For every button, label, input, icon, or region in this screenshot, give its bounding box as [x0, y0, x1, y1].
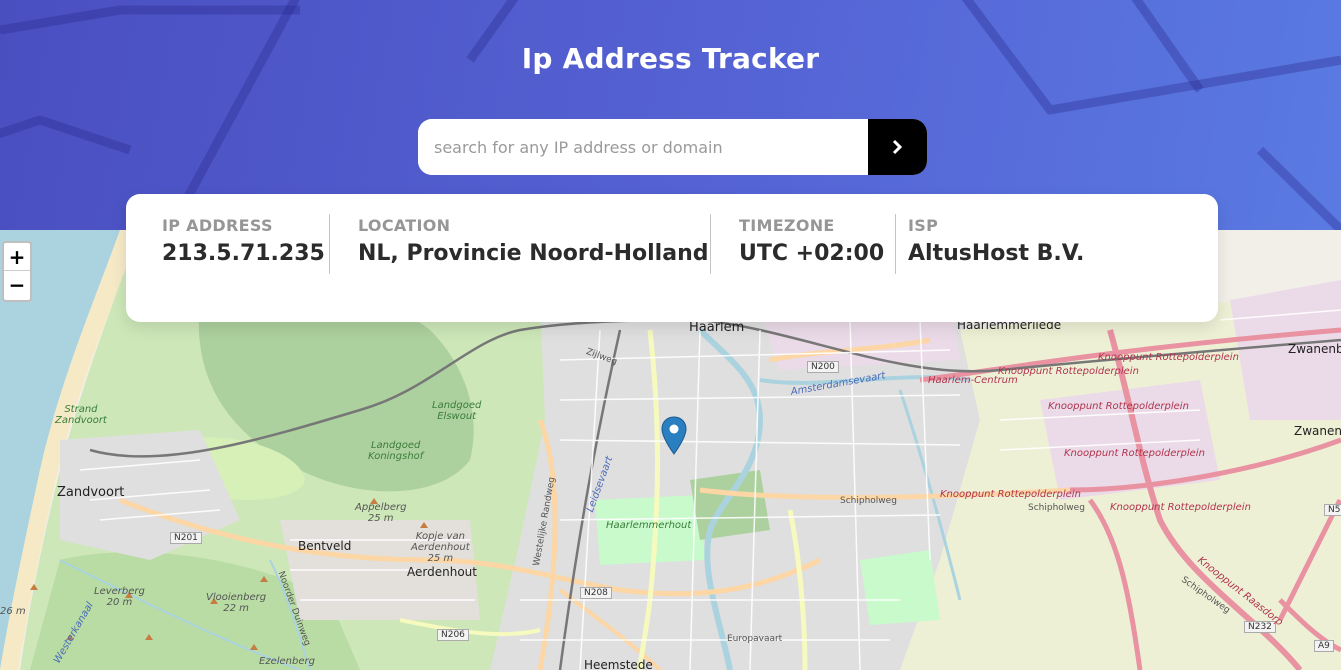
map-label-n200: N200	[807, 361, 839, 373]
ip-info-card: IP Address 213.5.71.235 Location NL, Pro…	[126, 194, 1218, 322]
map-label-landgoed-elswout: Landgoed Elswout	[432, 400, 482, 422]
map-label-n208: N208	[580, 587, 612, 599]
search-bar	[418, 119, 927, 175]
location-stat: Location NL, Provincie Noord-Holland	[358, 216, 708, 266]
map-label-hill-26: 26 m	[0, 606, 26, 617]
ip-address-stat: IP Address 213.5.71.235	[162, 216, 325, 266]
map-label-haarlemmerhout: Haarlemmerhout	[606, 520, 692, 531]
map-label-strand-zandvoort: Strand Zandvoort	[55, 404, 107, 426]
map-label-aerdenhout: Aerdenhout	[407, 565, 477, 579]
page-title: Ip Address Tracker	[521, 42, 820, 75]
map-zoom-control: + −	[2, 241, 32, 302]
divider	[329, 214, 330, 274]
isp-label: ISP	[908, 216, 939, 235]
map-label-n51: N51	[1324, 504, 1341, 516]
ip-address-value: 213.5.71.235	[162, 241, 325, 266]
isp-value: AltusHost B.V.	[908, 241, 1085, 266]
map-label-haarlem: Haarlem	[689, 320, 745, 335]
map-label-heemstede: Heemstede	[584, 658, 653, 670]
map-label-leverberg: Leverberg 20 m	[94, 586, 145, 608]
map-label-schipholweg: Schipholweg	[1028, 503, 1085, 513]
map-label-knooppunt: Knooppunt Rottepolderplein	[998, 366, 1139, 377]
timezone-value: UTC +02:00	[739, 241, 885, 266]
location-marker-icon[interactable]	[661, 416, 687, 456]
map-label-knooppunt: Knooppunt Rottepolderplein	[940, 489, 1081, 500]
map-label-zwanenb: Zwanenb	[1294, 424, 1341, 438]
map-label-n206: N206	[437, 629, 469, 641]
search-input[interactable]	[418, 119, 868, 175]
map-label-zandvoort: Zandvoort	[57, 485, 125, 500]
map-label-zwanenburg: Zwanenburg	[1288, 342, 1341, 356]
divider	[895, 214, 896, 274]
map-label-schipholweg: Schipholweg	[840, 496, 897, 506]
location-value: NL, Provincie Noord-Holland	[358, 241, 709, 266]
map-label-knooppunt: Knooppunt Rottepolderplein	[1110, 502, 1251, 513]
map-label-appelberg: Appelberg 25 m	[355, 502, 407, 524]
map-label-knooppunt: Knooppunt Rottepolderplein	[1098, 352, 1239, 363]
ip-address-label: IP Address	[162, 216, 273, 235]
divider	[710, 214, 711, 274]
map-label-bentveld: Bentveld	[298, 539, 352, 553]
zoom-out-button[interactable]: −	[4, 271, 30, 299]
map-label-europavaart: Europavaart	[727, 634, 783, 644]
location-label: Location	[358, 216, 451, 235]
isp-stat: ISP AltusHost B.V.	[908, 216, 1084, 266]
timezone-stat: Timezone UTC +02:00	[739, 216, 884, 266]
zoom-in-button[interactable]: +	[4, 243, 30, 271]
search-submit-button[interactable]	[868, 119, 927, 175]
timezone-label: Timezone	[739, 216, 835, 235]
map-label-a9: A9	[1314, 640, 1334, 652]
map-label-landgoed-koningshof: Landgoed Koningshof	[368, 440, 424, 462]
map-label-kopje: Kopje van Aerdenhout 25 m	[411, 531, 470, 564]
map-label-knooppunt: Knooppunt Rottepolderplein	[1048, 401, 1189, 412]
chevron-right-icon	[892, 139, 903, 155]
map-label-vlooienberg: Vlooienberg 22 m	[206, 592, 267, 614]
map-label-n201: N201	[170, 532, 202, 544]
map-label-ezelenberg: Ezelenberg	[259, 656, 315, 667]
map-label-knooppunt: Knooppunt Rottepolderplein	[1064, 448, 1205, 459]
